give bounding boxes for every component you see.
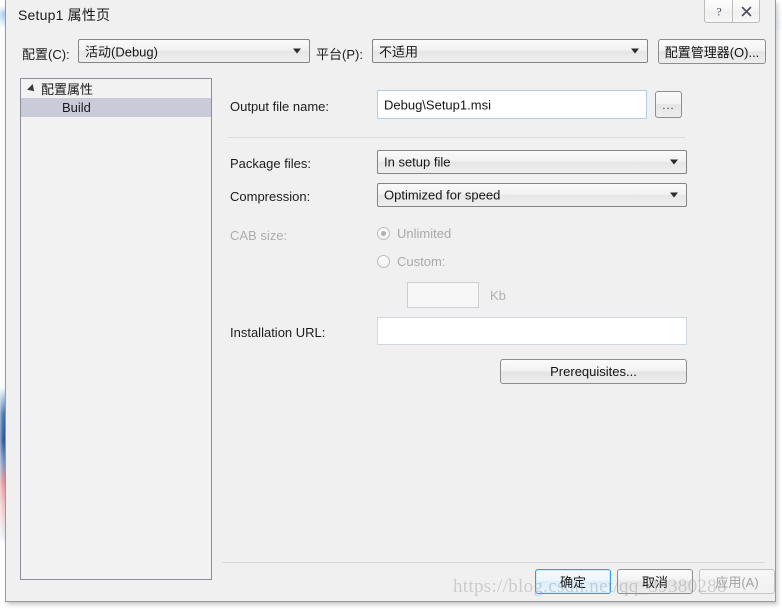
question-mark-icon: ? xyxy=(716,5,721,18)
prerequisites-button[interactable]: Prerequisites... xyxy=(500,359,687,384)
platform-combobox-value: 不适用 xyxy=(379,44,419,60)
ellipsis-icon: ... xyxy=(662,100,675,112)
cab-size-custom-label: Custom: xyxy=(397,254,446,269)
title-bar: Setup1 属性页 ? xyxy=(6,0,777,30)
chevron-down-icon xyxy=(670,192,678,198)
compression-label: Compression: xyxy=(230,189,311,204)
svg-text:?: ? xyxy=(716,5,721,18)
output-file-name-value: Debug\Setup1.msi xyxy=(384,97,491,112)
browse-button[interactable]: ... xyxy=(655,91,682,118)
radio-selected-icon xyxy=(377,227,390,240)
apply-button: 应用(A) xyxy=(699,569,775,594)
platform-label: 平台(P): xyxy=(316,47,363,62)
platform-combobox[interactable]: 不适用 xyxy=(372,39,648,63)
property-pages-dialog: Setup1 属性页 ? 配置(C): 活动(Debug) 平台(P): 不适用… xyxy=(5,0,776,602)
chevron-down-icon xyxy=(670,159,678,165)
compression-value: Optimized for speed xyxy=(384,187,501,203)
cancel-button[interactable]: 取消 xyxy=(617,569,693,594)
close-x-icon xyxy=(741,6,751,16)
cab-size-label: CAB size: xyxy=(230,228,288,243)
configuration-bar: 配置(C): 活动(Debug) 平台(P): 不适用 配置管理器(O)... xyxy=(6,36,777,66)
tree-item-label: Build xyxy=(62,100,91,115)
tree-item-build[interactable]: Build xyxy=(21,98,211,117)
package-files-label: Package files: xyxy=(230,156,311,171)
footer-separator xyxy=(222,562,765,563)
radio-unselected-icon xyxy=(377,255,390,268)
dialog-title: Setup1 属性页 xyxy=(18,7,111,23)
compression-combobox[interactable]: Optimized for speed xyxy=(377,183,687,207)
configuration-combobox[interactable]: 活动(Debug) xyxy=(78,39,310,63)
tree-item-configuration-properties[interactable]: 配置属性 xyxy=(21,79,211,98)
property-tree-panel[interactable]: 配置属性 Build xyxy=(20,78,212,580)
chevron-down-icon xyxy=(631,48,639,54)
section-separator xyxy=(228,137,685,138)
installation-url-input[interactable] xyxy=(377,317,687,345)
expander-triangle-icon[interactable] xyxy=(27,83,37,94)
help-button[interactable]: ? xyxy=(704,0,732,23)
tree-item-label: 配置属性 xyxy=(41,82,94,97)
configuration-label: 配置(C): xyxy=(22,47,70,62)
close-button[interactable] xyxy=(732,0,760,23)
cab-size-unit-label: Kb xyxy=(490,288,506,303)
installation-url-label: Installation URL: xyxy=(230,325,326,340)
cab-size-custom-radio[interactable]: Custom: xyxy=(377,254,445,269)
package-files-combobox[interactable]: In setup file xyxy=(377,150,687,174)
cab-size-input[interactable] xyxy=(407,282,479,308)
build-settings-pane: Output file name: Debug\Setup1.msi ... P… xyxy=(228,78,768,568)
cab-size-unlimited-label: Unlimited xyxy=(397,226,452,241)
output-file-name-label: Output file name: xyxy=(230,99,329,114)
chevron-down-icon xyxy=(293,48,301,54)
cab-size-unlimited-radio[interactable]: Unlimited xyxy=(377,226,451,241)
output-file-name-input[interactable]: Debug\Setup1.msi xyxy=(377,90,647,119)
configuration-combobox-value: 活动(Debug) xyxy=(85,44,158,60)
package-files-value: In setup file xyxy=(384,154,451,170)
ok-button[interactable]: 确定 xyxy=(535,569,611,594)
configuration-manager-button[interactable]: 配置管理器(O)... xyxy=(658,39,766,64)
